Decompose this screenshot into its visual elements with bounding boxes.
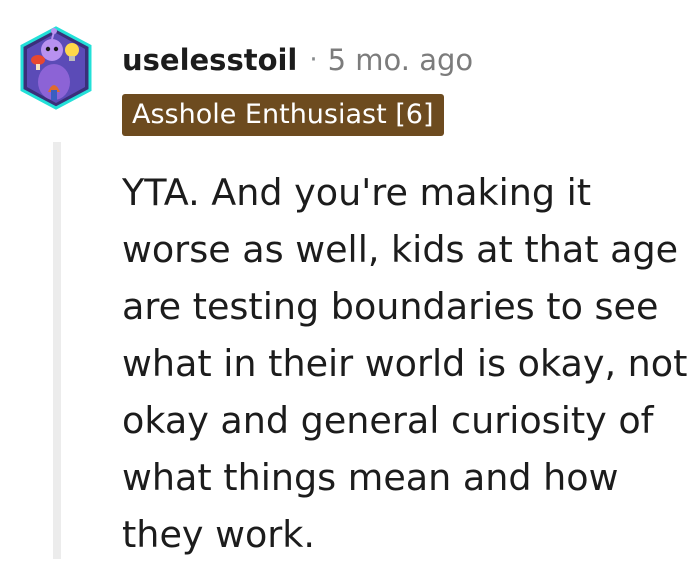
comment-meta: uselesstoil · 5 mo. ago (122, 40, 473, 80)
thread-collapse-line[interactable] (53, 142, 61, 559)
comment-body-line: what things mean and how (122, 456, 619, 499)
comment-body-line: what in their world is okay, not (122, 342, 688, 385)
timestamp-link[interactable]: 5 mo. ago (328, 43, 474, 77)
comment-body-line: worse as well, kids at that age (122, 228, 679, 271)
comment-body: YTA. And you're making it worse as well,… (122, 164, 692, 563)
comment-body-line: they work. (122, 513, 316, 556)
meta-separator: · (309, 45, 318, 75)
comment-body-line: okay and general curiosity of (122, 399, 654, 442)
username-link[interactable]: uselesstoil (122, 43, 297, 77)
comment-body-line: YTA. And you're making it (122, 171, 592, 214)
comment-body-line: are testing boundaries to see (122, 285, 659, 328)
user-avatar-icon[interactable] (18, 24, 94, 112)
comment: uselesstoil · 5 mo. ago Asshole Enthusia… (0, 0, 700, 559)
user-flair-badge: Asshole Enthusiast [6] (122, 94, 444, 136)
